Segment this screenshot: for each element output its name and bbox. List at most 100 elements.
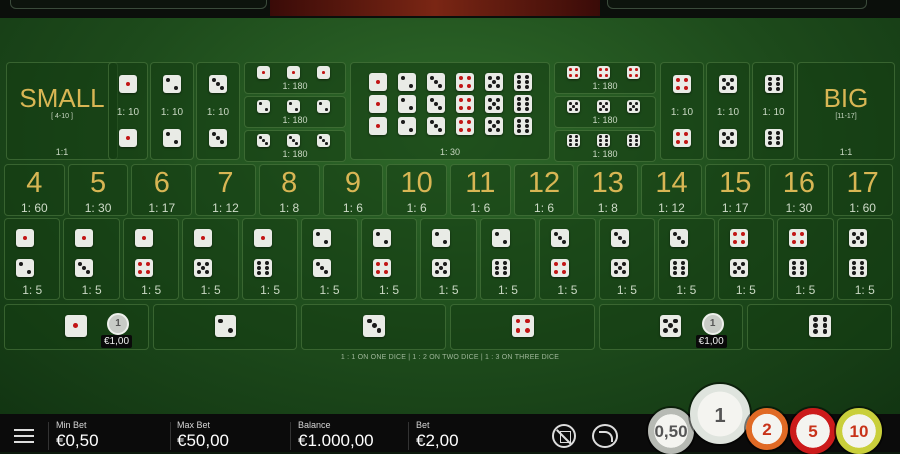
die-face-5-icon	[848, 229, 867, 247]
pip	[681, 271, 686, 275]
bet-combination-4-5[interactable]: 1: 5	[717, 218, 775, 300]
pip	[859, 232, 864, 236]
total-number: 14	[655, 167, 688, 199]
bet-combination-2-6[interactable]: 1: 5	[479, 218, 537, 300]
pip	[227, 328, 233, 333]
die-face-3-icon	[209, 75, 227, 93]
placed-chip[interactable]: 1	[701, 313, 724, 335]
bet-combination-1-5[interactable]: 1: 5	[182, 218, 239, 300]
die-face-1-icon	[119, 75, 137, 93]
pip	[216, 82, 220, 86]
pip	[502, 266, 507, 270]
die-face-6-icon	[627, 134, 640, 147]
pip	[438, 128, 442, 132]
bet-combination-2-5[interactable]: 1: 5	[420, 218, 477, 300]
die-face-5-icon	[729, 259, 748, 277]
bet-combination-3-6[interactable]: 1: 5	[658, 218, 715, 300]
chip-5[interactable]: 5	[790, 408, 836, 454]
bet-combination-1-6[interactable]: 1: 5	[241, 218, 299, 300]
chip-0-50[interactable]: 0,50	[648, 408, 694, 454]
total-odds: 1: 30	[84, 201, 112, 215]
bet-triple-5[interactable]: 1: 180	[554, 96, 656, 128]
pip	[621, 270, 626, 274]
bet-total-7[interactable]: 7 1: 12	[195, 164, 256, 216]
bet-double-4[interactable]: 1: 10	[660, 62, 704, 160]
bet-double-3[interactable]: 1: 10	[196, 62, 240, 160]
pip	[684, 140, 688, 144]
bet-total-8[interactable]: 8 1: 8	[258, 164, 320, 216]
pip	[137, 270, 142, 274]
bet-single-1[interactable]: 1 €1,00	[4, 304, 149, 350]
big-odds: 1:1	[839, 147, 853, 157]
pip	[792, 240, 797, 244]
bet-total-17[interactable]: 17 1: 60	[832, 164, 893, 216]
total-number: 8	[281, 167, 298, 199]
bet-single-2[interactable]	[152, 304, 298, 350]
bet-double-2[interactable]: 1: 10	[150, 62, 194, 160]
bet-single-5[interactable]: 1 €1,00	[598, 304, 744, 350]
bet-total-4[interactable]: 4 1: 60	[4, 164, 65, 216]
pip	[740, 232, 745, 236]
pip	[851, 266, 856, 270]
pip	[768, 77, 772, 81]
bet-triple-3[interactable]: 1: 180	[244, 130, 346, 162]
total-number: 16	[782, 167, 816, 199]
bet-triple-1[interactable]: 1: 180	[244, 62, 346, 94]
die-face-6-icon	[514, 95, 532, 113]
die-face-2-icon	[398, 117, 416, 135]
die-face-5-icon	[627, 100, 640, 113]
bet-combination-4-6[interactable]: 1: 5	[777, 218, 834, 300]
undo-icon[interactable]	[592, 424, 618, 448]
bet-any-triple[interactable]: 1: 30	[350, 62, 550, 160]
bet-total-5[interactable]: 5 1: 30	[67, 164, 129, 216]
die-face-3-icon	[287, 134, 300, 147]
bet-single-3[interactable]	[301, 304, 446, 350]
bet-double-6[interactable]: 1: 10	[752, 62, 795, 160]
bet-combination-3-5[interactable]: 1: 5	[598, 218, 656, 300]
pip	[366, 318, 372, 324]
die-face-4-icon	[372, 259, 391, 277]
bet-combination-1-2[interactable]: 1: 5	[4, 218, 61, 300]
pip	[376, 102, 380, 106]
bet-big[interactable]: BIG [11-17] 1:1	[797, 62, 895, 160]
bet-combination-3-4[interactable]: 1: 5	[539, 218, 596, 300]
pip	[859, 266, 864, 270]
bet-single-4[interactable]	[450, 304, 595, 350]
bet-combination-5-6[interactable]: 1: 5	[836, 218, 893, 300]
bet-total-13[interactable]: 13 1: 8	[577, 164, 639, 216]
bet-small[interactable]: SMALL [ 4-10 ] 1:1	[6, 62, 118, 160]
bet-double-5[interactable]: 1: 10	[706, 62, 750, 160]
bet-total-15[interactable]: 15 1: 17	[704, 164, 766, 216]
die-face-5-icon	[610, 259, 629, 277]
bet-triple-6[interactable]: 1: 180	[554, 130, 656, 162]
bet-combination-2-3[interactable]: 1: 5	[301, 218, 358, 300]
bet-combination-1-3[interactable]: 1: 5	[63, 218, 120, 300]
small-label: SMALL	[19, 83, 105, 113]
clear-bets-icon[interactable]	[552, 424, 576, 448]
bet-triple-4[interactable]: 1: 180	[554, 62, 656, 94]
die-face-6-icon	[789, 259, 808, 277]
chip-2[interactable]: 2	[746, 408, 788, 450]
pip	[212, 132, 216, 136]
bet-total-9[interactable]: 9 1: 6	[322, 164, 384, 216]
bet-double-1[interactable]: 1: 10	[108, 62, 148, 160]
hamburger-menu-icon[interactable]	[14, 429, 34, 443]
pip	[322, 71, 325, 74]
total-odds: 1: 17	[148, 201, 176, 215]
placed-chip[interactable]: 1	[107, 313, 129, 335]
bet-single-6[interactable]	[747, 304, 892, 350]
bet-total-14[interactable]: 14 1: 12	[641, 164, 702, 216]
bet-total-10[interactable]: 10 1: 6	[386, 164, 447, 216]
bet-total-16[interactable]: 16 1: 30	[768, 164, 830, 216]
bet-combination-2-4[interactable]: 1: 5	[360, 218, 418, 300]
pip	[488, 84, 492, 88]
chip-1[interactable]: 1	[690, 384, 750, 444]
die-face-3-icon	[427, 73, 445, 91]
bet-triple-2[interactable]: 1: 180	[244, 96, 346, 128]
pip	[27, 270, 31, 274]
bet-total-6[interactable]: 6 1: 17	[131, 164, 193, 216]
bet-combination-1-4[interactable]: 1: 5	[122, 218, 180, 300]
bet-total-12[interactable]: 12 1: 6	[513, 164, 575, 216]
chip-10[interactable]: 10	[836, 408, 882, 454]
bet-total-11[interactable]: 11 1: 6	[450, 164, 511, 216]
